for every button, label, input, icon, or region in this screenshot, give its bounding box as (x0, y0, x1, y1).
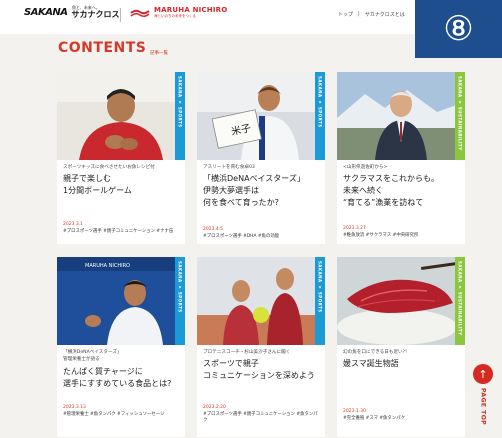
article-title: 媛スマ誕生物語 (343, 359, 399, 368)
article-tags: #プロスポーツ選手 #親子コミュニケーション #ナナ缶 (63, 229, 174, 234)
logo-tagline: 魚と、未来へ。 (72, 5, 100, 10)
article-card[interactable]: SAKANA × SPORTS プロテニスコーチ・杉山美沙子さんに聞く スポーツ… (197, 257, 325, 437)
article-card[interactable]: 米子 SAKANA × SPORTS アスリートを育む食卓03 「横浜DeNAベ… (197, 72, 325, 244)
article-thumbnail: MARUHA NICHIRO SAKANA × SPORTS (57, 257, 185, 345)
article-date: 2023.4.5 (203, 227, 224, 232)
nav-top[interactable]: トップ (338, 11, 353, 18)
arrow-up-icon[interactable]: ↑ (473, 364, 493, 384)
category-strip: SAKANA × SUSTAINABILITY (455, 257, 465, 345)
man-clapping-photo (57, 72, 185, 160)
article-thumbnail: SAKANA × SUSTAINABILITY (337, 72, 465, 160)
section-subtitle: 記事一覧 (150, 51, 168, 56)
section-title: CONTENTS (58, 40, 147, 56)
maruha-wave-icon (130, 9, 150, 17)
article-date: 2023.3.1 (63, 222, 84, 227)
article-card[interactable]: SAKANA × SUSTAINABILITY 幻の魚を口にできる日も近い?! … (337, 257, 465, 437)
sakana-cross-logo[interactable]: SAKANA 魚と、未来へ。 サカナクロス (24, 5, 120, 20)
article-title: 親子で楽しむ 1分間ボールゲーム (63, 174, 132, 195)
badge-number: ⑧ (443, 9, 474, 49)
sashimi-photo (337, 257, 465, 345)
partner-name: MARUHA NICHIRO (154, 6, 228, 14)
article-card[interactable]: SAKANA × SPORTS スポーツキッズに食べさせたいお魚レシピ付 親子で… (57, 72, 185, 244)
article-tags: #プロスポーツ選手 #DHA #魚の効能 (203, 234, 280, 239)
nav-about[interactable]: サカナクロスとは (365, 11, 405, 18)
category-strip: SAKANA × SPORTS (315, 72, 325, 160)
article-thumbnail: 米子 SAKANA × SPORTS (197, 72, 325, 160)
global-nav: トップ | サカナクロスとは (338, 11, 410, 18)
partner-tagline: 海といのちの未来をつくる (154, 14, 196, 18)
maruha-nichiro-logo[interactable]: MARUHA NICHIRO 海といのちの未来をつくる (130, 6, 227, 19)
article-tags: #管理栄養士 #魚タンパク #フィッシュソーセージ (63, 412, 165, 417)
article-lead: プロテニスコーチ・杉山美沙子さんに聞く (203, 350, 291, 355)
page-top-label: PAGE TOP (479, 388, 487, 426)
baseball-player-photo: 米子 (197, 72, 325, 160)
category-strip: SAKANA × SPORTS (315, 257, 325, 345)
nav-separator: | (358, 11, 360, 17)
article-tags: #稚魚放流 #サクラマス #中央研究所 (343, 233, 419, 238)
article-title: 「横浜DeNAベイスターズ」 伊勢大夢選手は 何を食べて育ったか? (203, 174, 305, 207)
article-date: 2023.1.30 (343, 409, 366, 414)
article-title: サクラマスをこれからも。 未来へ続く “育てる”漁業を訪ねて (343, 174, 439, 207)
article-date: 2023.2.20 (203, 405, 226, 410)
number-badge: ⑧ (415, 0, 502, 58)
article-lead: 幻の魚を口にできる日も近い?! (343, 350, 407, 355)
article-lead: アスリートを育む食卓03 (203, 165, 255, 170)
elderly-man-outdoor-photo (337, 72, 465, 160)
article-title: たんぱく質チャージに 選手にすすめている食品とは? (63, 367, 172, 388)
category-strip: SAKANA × SUSTAINABILITY (455, 72, 465, 160)
article-title: スポーツで親子 コミュニケーションを深めよう (203, 359, 315, 380)
article-lead: 「横浜DeNAベイスターズ」 管理栄養士が語る (63, 350, 122, 362)
article-thumbnail: SAKANA × SPORTS (197, 257, 325, 345)
tennis-coach-photo (197, 257, 325, 345)
article-thumbnail: SAKANA × SPORTS (57, 72, 185, 160)
category-strip: SAKANA × SPORTS (175, 72, 185, 160)
article-lead: スポーツキッズに食べさせたいお魚レシピ付 (63, 165, 155, 170)
nutritionist-photo: MARUHA NICHIRO (57, 257, 185, 345)
article-lead: <山形県遊佐町から> (343, 165, 388, 170)
sakana-mark: SAKANA (24, 7, 68, 18)
logo-divider (120, 8, 121, 22)
article-date: 2023.3.27 (343, 226, 366, 231)
article-thumbnail: SAKANA × SUSTAINABILITY (337, 257, 465, 345)
article-tags: #完全養殖 #スマ #魚タンパク (343, 416, 405, 421)
article-tags: #プロスポーツ選手 #親子コミュニケーション #魚タンパク (203, 412, 318, 423)
backdrop-logo: MARUHA NICHIRO (85, 263, 130, 269)
category-strip: SAKANA × SPORTS (175, 257, 185, 345)
page-top-button[interactable]: ↑ PAGE TOP (472, 364, 494, 425)
article-date: 2023.3.13 (63, 405, 86, 410)
article-card[interactable]: SAKANA × SUSTAINABILITY <山形県遊佐町から> サクラマス… (337, 72, 465, 244)
article-card[interactable]: MARUHA NICHIRO SAKANA × SPORTS 「横浜DeNAベイ… (57, 257, 185, 437)
